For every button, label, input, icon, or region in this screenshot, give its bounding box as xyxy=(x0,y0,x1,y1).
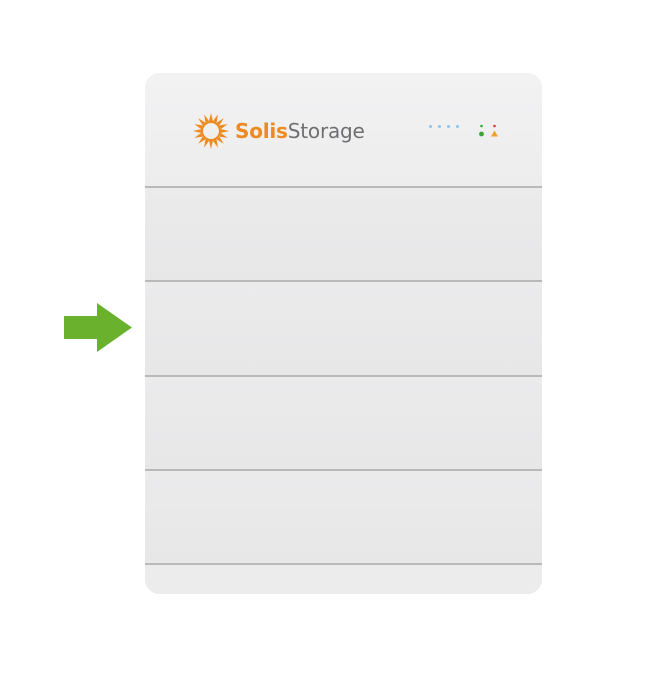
soc-indicator-lights xyxy=(429,125,459,128)
battery-module-2 xyxy=(145,282,542,375)
brand-name-part1: Solis xyxy=(235,119,288,143)
sun-logo-icon xyxy=(192,112,230,150)
soc-led-2 xyxy=(438,125,441,128)
status-indicators xyxy=(479,124,498,137)
battery-module-3 xyxy=(145,377,542,469)
soc-led-1 xyxy=(429,125,432,128)
control-head-module: SolisStorage xyxy=(145,73,542,187)
brand-name-part2: Storage xyxy=(287,119,365,143)
brand-logo: SolisStorage xyxy=(192,111,365,151)
battery-module-4 xyxy=(145,471,542,563)
alarm-indicator-icon xyxy=(491,130,498,137)
battery-cabinet: SolisStorage xyxy=(145,73,542,594)
battery-module-1 xyxy=(145,188,542,280)
run-indicator-icon xyxy=(479,131,484,137)
cabinet-base xyxy=(145,565,542,594)
brand-name: SolisStorage xyxy=(235,121,365,141)
soc-led-3 xyxy=(447,125,450,128)
alarm-indicator-icon xyxy=(493,124,496,128)
right-arrow-icon xyxy=(64,303,132,352)
soc-led-4 xyxy=(456,125,459,128)
run-indicator-icon xyxy=(480,124,483,128)
